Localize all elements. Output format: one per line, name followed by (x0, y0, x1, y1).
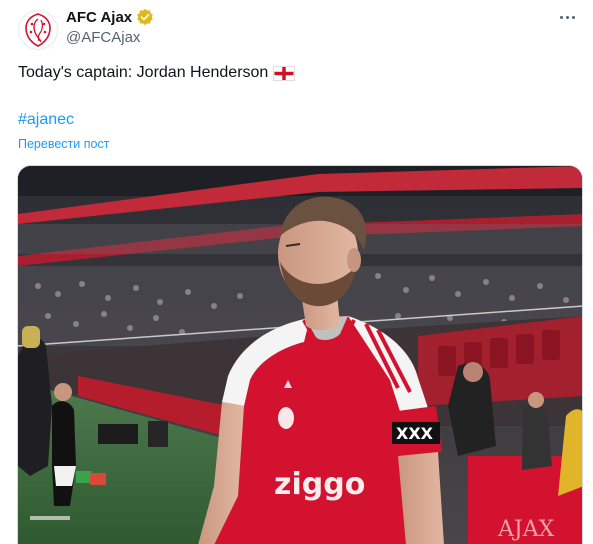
author-display-name[interactable]: AFC Ajax (66, 9, 132, 26)
avatar[interactable] (18, 10, 58, 50)
hashtag-link[interactable]: #ajanec (18, 111, 74, 129)
jersey-sponsor-text: ziggo (274, 467, 365, 502)
translate-post-link[interactable]: Перевести пост (18, 137, 109, 151)
verified-badge-icon[interactable] (136, 8, 154, 26)
ajax-crest-icon (25, 13, 51, 47)
armband-text: XXX (396, 424, 434, 443)
more-options-icon[interactable] (555, 8, 579, 26)
tweet: AFC Ajax @AFCAjax Today's captain: Jorda… (0, 0, 593, 544)
tweet-photo[interactable]: AJAX XXX ziggo (17, 165, 583, 544)
svg-text:AJAX: AJAX (497, 517, 555, 542)
tweet-text: Today's captain: Jordan Henderson (18, 64, 296, 82)
stadium-photo-illustration: AJAX XXX ziggo (18, 166, 582, 544)
tweet-text-body: Today's captain: Jordan Henderson (18, 64, 269, 81)
author-handle[interactable]: @AFCAjax (66, 29, 140, 46)
author-name-row[interactable]: AFC Ajax (66, 8, 154, 26)
england-flag-icon (273, 65, 296, 81)
